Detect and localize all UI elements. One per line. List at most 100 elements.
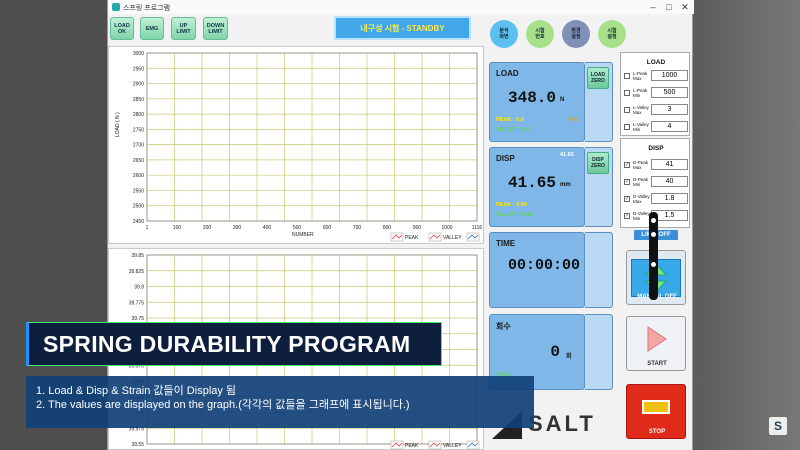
y-tick-label: 39.825: [129, 269, 145, 275]
disp-unit: mm: [560, 182, 571, 188]
y-tick-label: 39.775: [129, 300, 145, 306]
y-tick-label: 39.8: [134, 285, 144, 291]
test-number-button[interactable]: 시험 번호: [526, 20, 554, 48]
maximize-icon[interactable]: □: [662, 1, 676, 13]
x-tick-label: 1116: [472, 225, 483, 231]
load-panel-side: LOAD ZERO: [585, 62, 613, 142]
legend-valley-swatch: [428, 232, 442, 242]
load_limits-checkbox[interactable]: [624, 107, 630, 113]
legend-extra-swatch: [466, 232, 480, 242]
load_limits-input[interactable]: 3: [651, 104, 688, 115]
count-unit: 회: [566, 354, 572, 360]
start-label: START: [647, 361, 667, 367]
disp-valley: VALLEY : 0.00: [496, 212, 533, 218]
close-icon[interactable]: ✕: [678, 1, 692, 13]
load-limits-panel: LOAD L-Peak Max 1000 L-Peak Min 500 L-Valley…: [620, 52, 690, 136]
load_limits-input[interactable]: 4: [651, 121, 688, 132]
y-tick-label: 2950: [133, 66, 144, 72]
disp-small-value: 41.65: [560, 152, 574, 158]
stop-label: STOP: [648, 429, 666, 435]
disp-zero-button[interactable]: DISP ZERO: [587, 152, 609, 174]
x-tick-label: 600: [323, 225, 332, 231]
up-limit-button[interactable]: UP LIMIT: [171, 17, 196, 40]
y-tick-label: 2850: [133, 97, 144, 103]
x-tick-label: 300: [233, 225, 242, 231]
disp-panel-title: DISP: [496, 154, 515, 163]
load_limits-checkbox[interactable]: [624, 124, 630, 130]
time-panel: TIME 00:00:00: [489, 232, 585, 308]
disp_limits-input[interactable]: 41: [651, 159, 688, 170]
y-tick-label: 39.55: [131, 442, 144, 448]
title-bar: 스프링 프로그램 – □ ✕: [108, 0, 694, 14]
analysis-screen-button[interactable]: 분석 화면: [490, 20, 518, 48]
play-icon: [647, 325, 667, 352]
y-tick-label: 2450: [133, 219, 144, 225]
disp_limits-input[interactable]: 40: [651, 176, 688, 187]
slider-handle-mid[interactable]: [651, 232, 656, 237]
time-value: 00:00:00: [507, 257, 580, 274]
disp-panel-side: DISP ZERO: [585, 147, 613, 227]
y-tick-label: 2650: [133, 158, 144, 164]
down-limit-button[interactable]: DOWN LIMIT: [203, 17, 228, 40]
disp_limits-checkbox[interactable]: ✓: [624, 179, 630, 185]
load-chart-plot: 3000 2950 2900 2850 2800 2750 2700 2650 2600 2550…: [115, 51, 483, 242]
start-button[interactable]: START: [626, 316, 686, 371]
load_limits-checkbox[interactable]: [624, 73, 630, 79]
load_limits-label: L-Peak Max: [633, 71, 648, 81]
disp_limits-checkbox[interactable]: ✓: [624, 196, 630, 202]
y-tick-label: 2600: [133, 173, 144, 179]
load-ok-button[interactable]: LOAD OK: [110, 17, 134, 40]
caption-title: SPRING DURABILITY PROGRAM: [26, 322, 442, 366]
disp-peak: PEAK : 0.00: [496, 202, 527, 208]
brand-text: SALT: [528, 411, 596, 436]
app-icon: [112, 3, 120, 11]
status-display: 내구성 시험 - STANDBY: [334, 16, 471, 40]
stop-button[interactable]: STOP: [626, 384, 686, 439]
disp_limits-label: D-Peak Max: [633, 160, 649, 170]
load_limits-checkbox[interactable]: [624, 90, 630, 96]
load_limits-label: L-Valley Min: [633, 122, 649, 132]
time-panel-title: TIME: [496, 239, 516, 248]
legend-peak-swatch: [390, 440, 404, 450]
disp-limits-title: DISP: [648, 145, 664, 152]
load_limits-label: L-Valley Max: [633, 105, 649, 115]
y-tick-label: 2750: [133, 127, 144, 133]
legend-valley-swatch: [428, 440, 442, 450]
load-peak: PEAK : 0.0: [496, 117, 524, 123]
x-tick-label: 900: [413, 225, 422, 231]
speed-slider[interactable]: [649, 212, 658, 300]
disp_limits-label: D-Peak Min: [633, 177, 649, 187]
x-tick-label: 700: [353, 225, 362, 231]
slider-handle-top[interactable]: [651, 218, 656, 223]
legend-peak-swatch: [390, 232, 404, 242]
disp_limits-checkbox[interactable]: ✓: [624, 162, 630, 168]
load-limits-title: LOAD: [646, 59, 666, 66]
emg-button[interactable]: EMG: [140, 17, 164, 40]
disp_limits-input[interactable]: 1.8: [651, 193, 688, 204]
minimize-icon[interactable]: –: [646, 1, 660, 13]
disp_limits-checkbox[interactable]: ✓: [624, 213, 630, 219]
slider-handle-low[interactable]: [651, 262, 656, 267]
load_limits-input[interactable]: 1000: [651, 70, 688, 81]
y-tick-label: 2500: [133, 204, 144, 210]
environment-settings-button[interactable]: 환경 설정: [562, 20, 590, 48]
load_limits-label: L-Peak Min: [633, 88, 648, 98]
channel-logo-icon: S: [769, 417, 787, 435]
load-panel: LOAD 348.0 N PEAK : 0.0 0.0 VALLEY : 0.0: [489, 62, 585, 142]
legend-valley-label: VALLEY: [443, 235, 462, 241]
load_limits-input[interactable]: 500: [651, 87, 688, 98]
count-value: 0: [550, 343, 560, 361]
legend-peak-label: PEAK: [405, 443, 419, 449]
legend-peak-label: PEAK: [405, 235, 419, 241]
load-zero-button[interactable]: LOAD ZERO: [587, 67, 609, 89]
count-panel-side: [585, 314, 613, 390]
test-settings-button[interactable]: 시험 설정: [598, 20, 626, 48]
count-panel-title: 회수: [496, 322, 511, 331]
load-peak-right: 0.0: [570, 117, 578, 123]
disp_limits-label: D-Valley Min: [633, 211, 650, 221]
window-title: 스프링 프로그램: [123, 5, 171, 12]
disp-panel: DISP 41.65 41.65 mm PEAK : 0.00 VALLEY :…: [489, 147, 585, 227]
x-tick-label: 400: [263, 225, 272, 231]
load-unit: N: [560, 97, 565, 103]
y-tick-label: 2800: [133, 112, 144, 118]
